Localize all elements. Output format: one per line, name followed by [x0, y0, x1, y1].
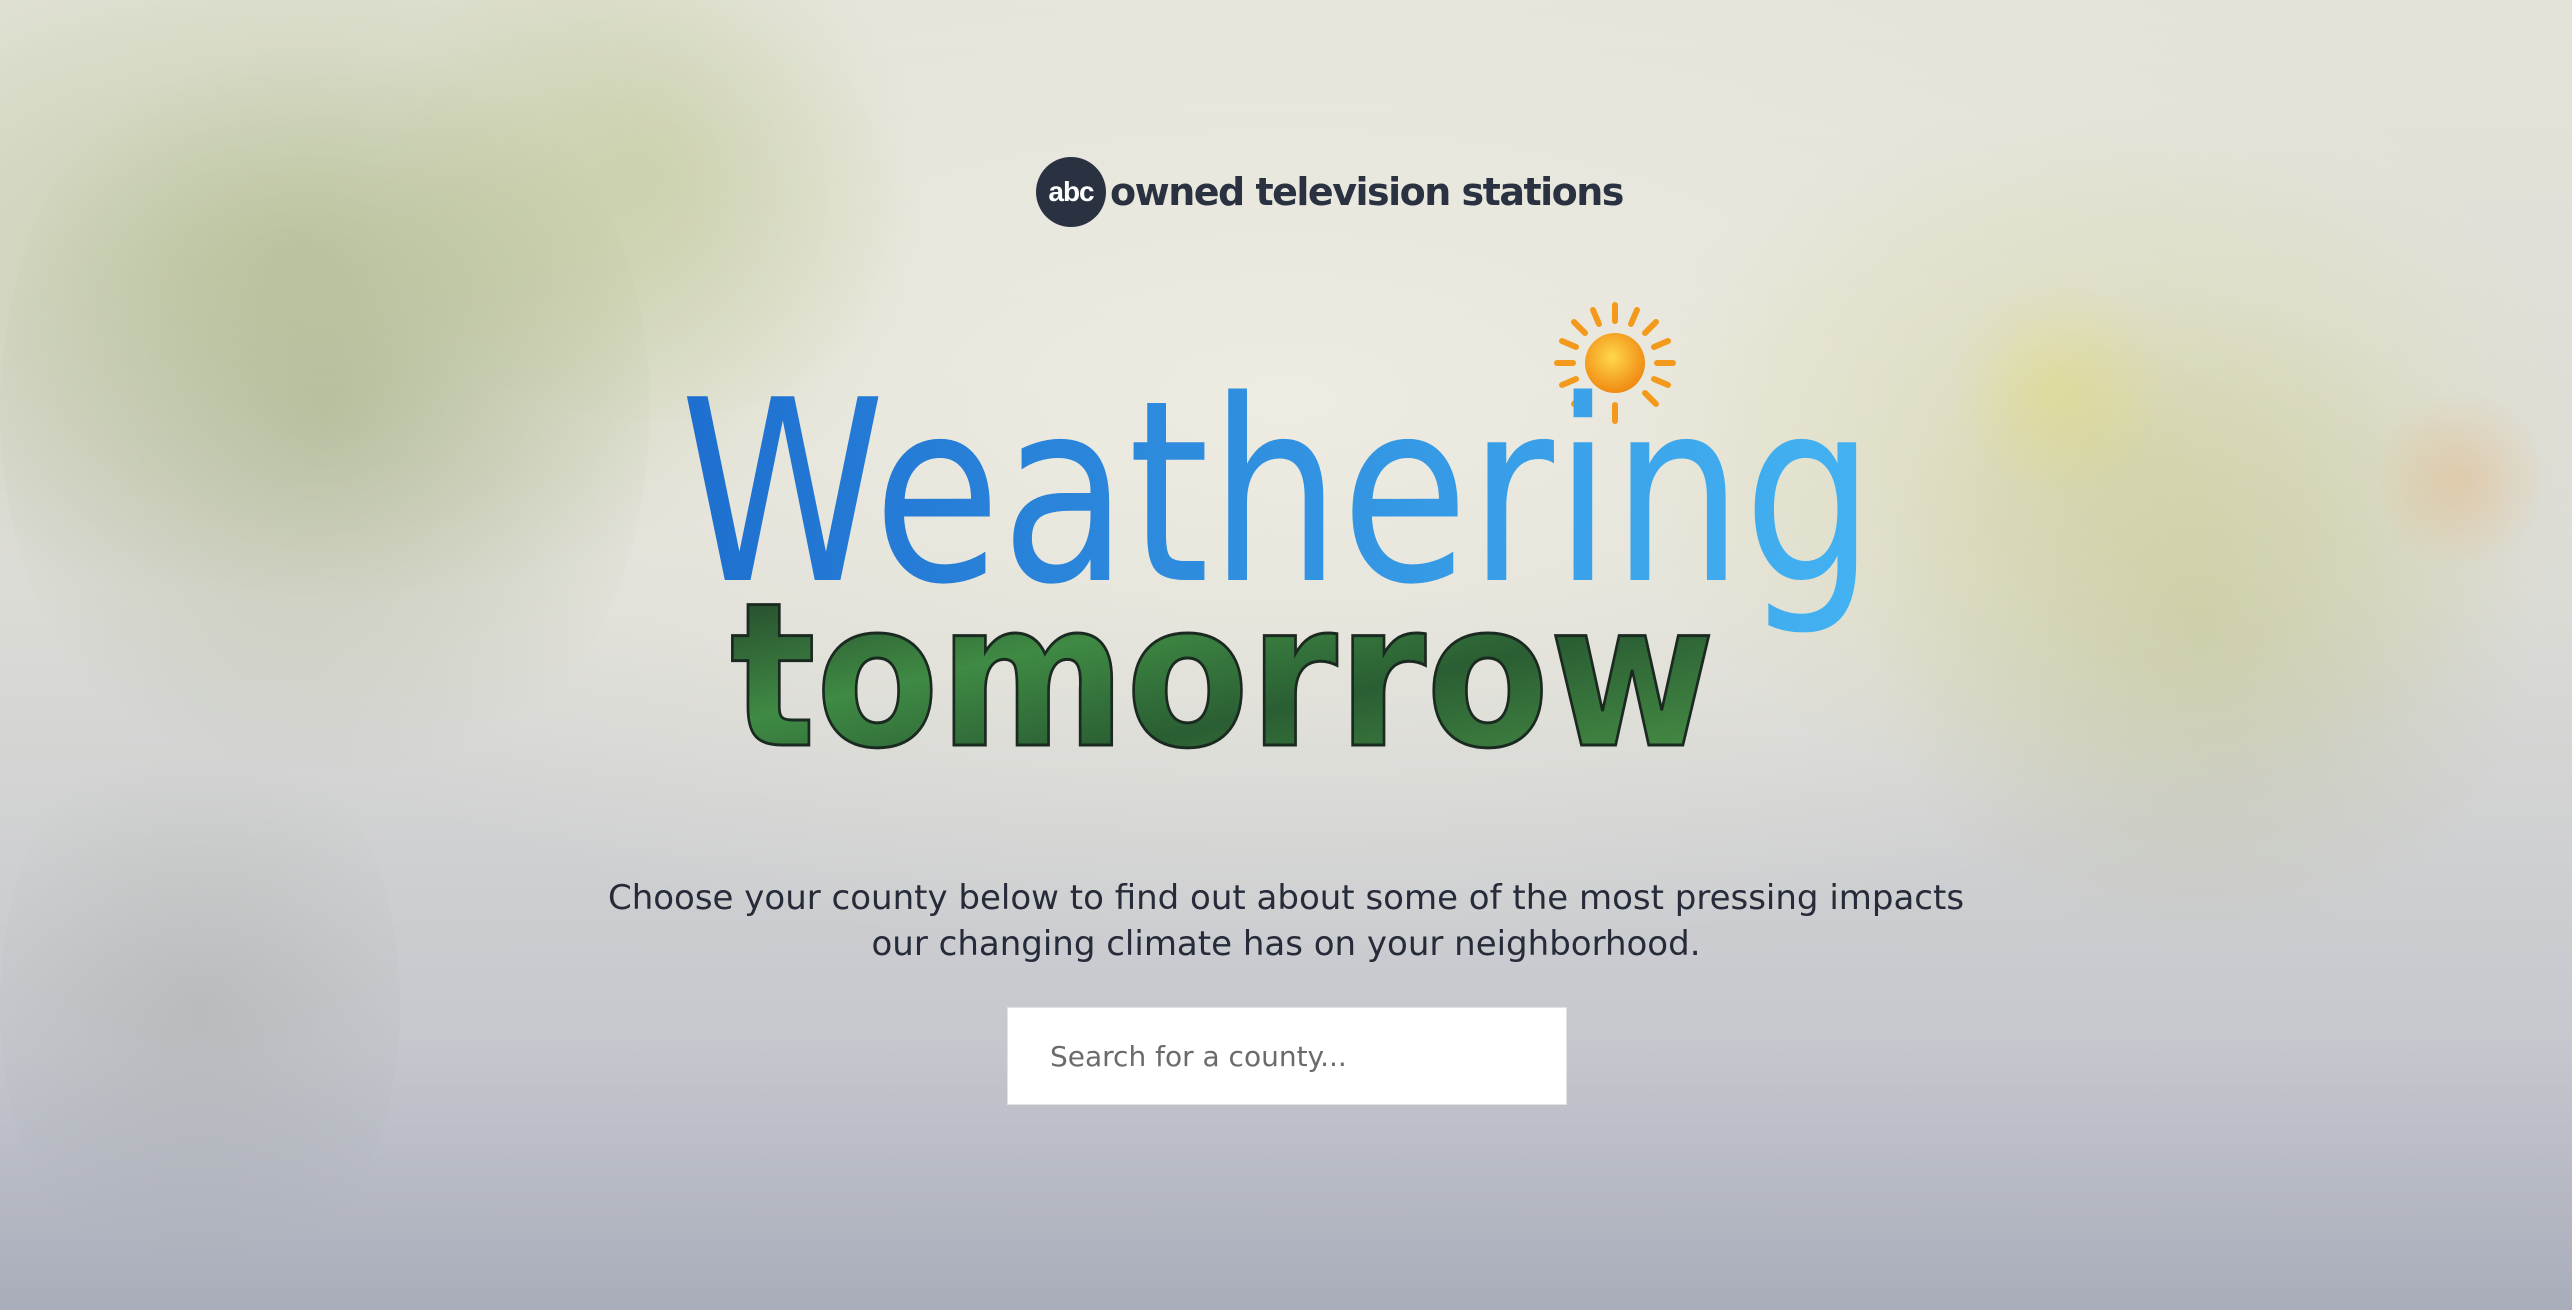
brand-name: owned television stations	[1110, 170, 1624, 214]
abc-logo-icon: abc	[1036, 157, 1106, 227]
intro-line-1: Choose your county below to find out abo…	[607, 878, 1965, 918]
weathering-tomorrow-logo: Weathering tomorrow	[680, 290, 1910, 795]
abc-owned-stations-logo[interactable]: abc owned television stations	[1036, 155, 1624, 229]
intro-line-2: our changing climate has on your neighbo…	[871, 924, 1701, 964]
county-search-input[interactable]	[1048, 1038, 1566, 1074]
intro-text: Choose your county below to find out abo…	[0, 875, 2572, 967]
county-search-box[interactable]	[1007, 1007, 1567, 1105]
title-tomorrow: tomorrow	[730, 560, 1715, 770]
